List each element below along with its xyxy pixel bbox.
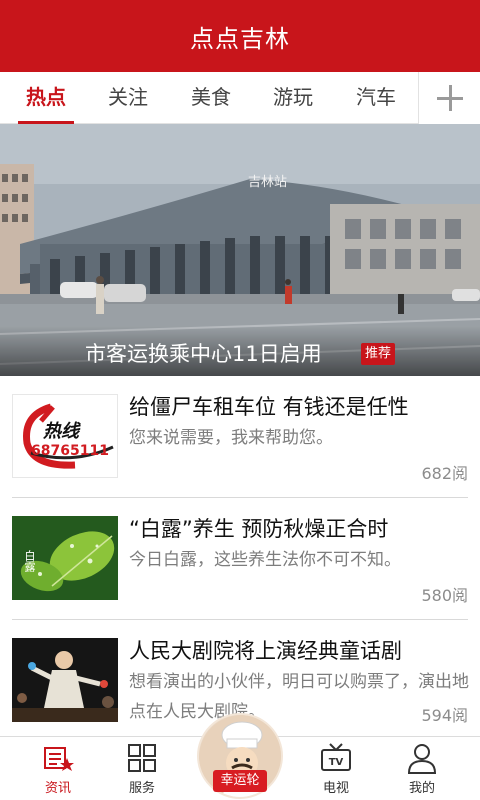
- news-headline: 给僵尸车租车位 有钱还是任性: [129, 395, 409, 419]
- nav-label: 电视: [322, 781, 349, 796]
- app-header: 点点吉林: [0, 0, 480, 72]
- station-sign: 吉林站: [248, 175, 287, 190]
- tab-food[interactable]: 美食: [179, 72, 243, 124]
- tv-icon: TV: [321, 743, 351, 771]
- hotline-text: 热线: [43, 421, 79, 442]
- read-count: 594阅: [421, 706, 468, 725]
- read-count: 682阅: [421, 464, 468, 483]
- nav-label: 我的: [408, 781, 435, 796]
- tab-follow[interactable]: 关注: [96, 72, 160, 124]
- news-item[interactable]: 白露 “白露”养生 预防秋燥正合时 今日白露，这些养生法你不可不知。 580阅: [0, 498, 480, 620]
- app-title: 点点吉林: [190, 24, 290, 53]
- tab-travel[interactable]: 游玩: [261, 72, 325, 124]
- nav-profile[interactable]: 我的: [382, 737, 462, 800]
- add-tab-button[interactable]: [418, 72, 480, 124]
- tab-hot[interactable]: 热点: [14, 72, 78, 124]
- news-item[interactable]: 热线 68765111 给僵尸车租车位 有钱还是任性 您来说需要，我来帮助您。 …: [0, 376, 480, 498]
- hotline-number: 68765111: [31, 443, 109, 459]
- nav-news[interactable]: 资讯: [18, 737, 98, 800]
- nav-label: 服务: [128, 781, 155, 796]
- news-summary: 您来说需要，我来帮助您。: [129, 428, 333, 448]
- theatre-photo: [12, 638, 118, 722]
- news-headline: 人民大剧院将上演经典童话剧: [129, 639, 402, 663]
- news-thumbnail: 白露: [12, 516, 118, 600]
- lucky-wheel-label[interactable]: 幸运轮: [213, 770, 267, 792]
- grid-icon: [128, 744, 156, 772]
- banner-title[interactable]: 市客运换乘中心11日启用: [85, 338, 322, 368]
- news-icon: [44, 747, 74, 771]
- read-count: 580阅: [421, 586, 468, 605]
- tab-auto[interactable]: 汽车: [344, 72, 408, 124]
- nav-tv[interactable]: TV 电视: [296, 737, 376, 800]
- news-headline: “白露”养生 预防秋燥正合时: [129, 517, 389, 541]
- news-summary: 想看演出的小伙伴，明日可以购票了，演出地点在人民大剧院。: [129, 672, 469, 722]
- news-thumbnail: 热线 68765111: [12, 394, 118, 478]
- plus-icon: [436, 85, 463, 111]
- app-screen: 点点吉林 热点 关注 美食 游玩 汽车 吉林站 市客运换乘中心11日启用 推荐 …: [0, 0, 480, 800]
- svg-text:TV: TV: [329, 757, 344, 768]
- user-icon: [407, 744, 437, 774]
- news-thumbnail: [12, 638, 118, 722]
- thumb-caption: 白露: [23, 550, 36, 572]
- nav-services[interactable]: 服务: [102, 737, 182, 800]
- recommend-badge: 推荐: [361, 343, 396, 365]
- category-tabs: 热点 关注 美食 游玩 汽车: [0, 72, 480, 124]
- nav-label: 资讯: [44, 781, 71, 796]
- news-summary: 今日白露，这些养生法你不可不知。: [129, 550, 401, 570]
